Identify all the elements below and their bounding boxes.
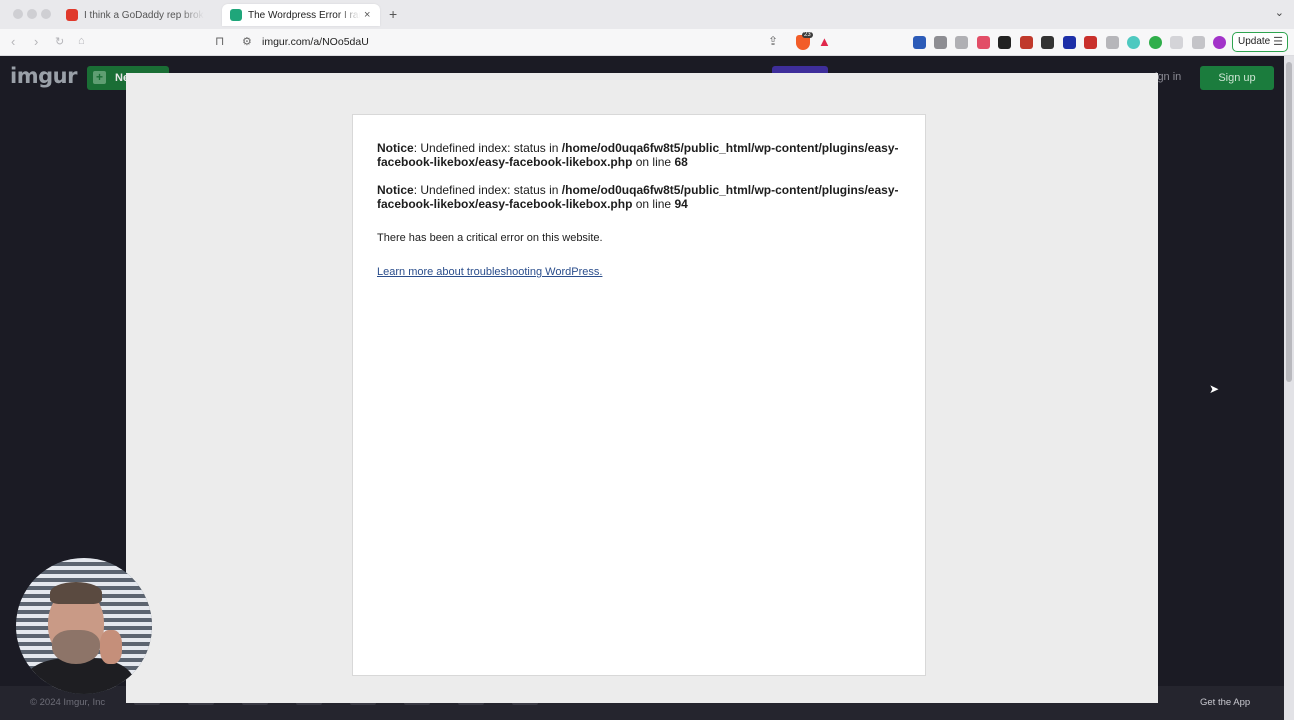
reader-icon[interactable]	[1106, 36, 1119, 49]
tab-list-chevron-icon[interactable]: ⌄	[1275, 6, 1284, 19]
sidebar-toggle-icon[interactable]	[1192, 36, 1205, 49]
puzzle-extensions-icon[interactable]	[1170, 36, 1183, 49]
home-icon[interactable]: ⌂	[78, 35, 85, 47]
minimize-window-button[interactable]	[27, 9, 37, 19]
extension-dark-icon[interactable]	[1041, 36, 1054, 49]
shields-count-badge: 23	[802, 32, 813, 38]
mouse-cursor-icon: ➤	[1209, 382, 1220, 396]
brave-rewards-icon[interactable]: ▲	[818, 34, 831, 49]
camera-extension-icon[interactable]	[934, 36, 947, 49]
url-text[interactable]: imgur.com/a/NOo5daU	[262, 36, 369, 48]
page-scrollbar[interactable]	[1284, 56, 1294, 720]
notice-on-line: on line	[632, 155, 675, 169]
imgur-favicon-icon	[230, 9, 242, 21]
drop-extension-icon[interactable]	[1127, 36, 1140, 49]
notice-message: Notice: Undefined index: status in /home…	[377, 141, 901, 169]
extension-blue-icon[interactable]	[1063, 36, 1076, 49]
extension-f-icon[interactable]	[998, 36, 1011, 49]
browser-toolbar: ‹ › ↻ ⌂ ⊓ ⚙ imgur.com/a/NOo5daU ⇪ 23 ▲ U…	[0, 29, 1294, 56]
menu-icon[interactable]: ☰	[1273, 33, 1283, 51]
new-tab-button[interactable]: +	[389, 6, 397, 22]
plus-icon: +	[93, 71, 106, 84]
notice-message: Notice: Undefined index: status in /home…	[377, 183, 901, 211]
tab-godaddy[interactable]: I think a GoDaddy rep broke my w	[58, 4, 218, 26]
profile-avatar-icon[interactable]	[1213, 36, 1226, 49]
notice-line-number: 94	[674, 197, 688, 211]
tab-wordpress-error[interactable]: The Wordpress Error I ran into ×	[222, 4, 380, 26]
extension-red-icon[interactable]	[1020, 36, 1033, 49]
sign-in-link[interactable]: ign in	[1155, 71, 1181, 83]
extension-1-icon[interactable]	[913, 36, 926, 49]
back-icon[interactable]: ‹	[11, 34, 15, 49]
notice-label: Notice	[377, 183, 414, 197]
imgur-logo[interactable]: imgur	[10, 64, 77, 88]
extension-red-bar-icon[interactable]	[1084, 36, 1097, 49]
browser-tab-bar: I think a GoDaddy rep broke my w The Wor…	[0, 0, 1294, 29]
notice-text: : Undefined index: status in	[413, 141, 562, 155]
zoom-window-button[interactable]	[41, 9, 51, 19]
share-icon[interactable]: ⇪	[768, 34, 778, 48]
notice-text: : Undefined index: status in	[413, 183, 562, 197]
notice-line-number: 68	[674, 155, 688, 169]
close-window-button[interactable]	[13, 9, 23, 19]
address-bar[interactable]: ⚙ imgur.com/a/NOo5daU ⇪ 23 ▲	[236, 32, 836, 53]
image-lightbox[interactable]: Notice: Undefined index: status in /home…	[126, 73, 1158, 703]
close-tab-icon[interactable]: ×	[364, 9, 370, 21]
refresh-extension-icon[interactable]	[1149, 36, 1162, 49]
sign-up-button[interactable]: Sign up	[1200, 66, 1274, 90]
qr-extension-icon[interactable]	[955, 36, 968, 49]
wordpress-error-image: Notice: Undefined index: status in /home…	[352, 114, 926, 676]
scrollbar-thumb[interactable]	[1286, 62, 1292, 382]
footer-copyright: © 2024 Imgur, Inc	[30, 697, 106, 708]
tab-title: I think a GoDaddy rep broke my w	[84, 9, 204, 21]
pocket-icon[interactable]	[977, 36, 990, 49]
update-button[interactable]: Update ☰	[1232, 32, 1288, 52]
notice-label: Notice	[377, 141, 414, 155]
forward-icon[interactable]: ›	[34, 34, 38, 49]
webcam-overlay	[16, 558, 152, 694]
get-the-app-link[interactable]: Get the App	[1200, 697, 1250, 708]
bookmark-icon[interactable]: ⊓	[215, 34, 224, 48]
update-label: Update	[1238, 36, 1271, 47]
learn-more-link[interactable]: Learn more about troubleshooting WordPre…	[377, 265, 602, 279]
tab-title: The Wordpress Error I ran into	[248, 9, 360, 21]
notice-on-line: on line	[632, 197, 675, 211]
reddit-favicon-icon	[66, 9, 78, 21]
reload-icon[interactable]: ↻	[55, 35, 64, 48]
site-settings-icon[interactable]: ⚙	[242, 35, 252, 48]
critical-error-message: There has been a critical error on this …	[377, 232, 603, 244]
